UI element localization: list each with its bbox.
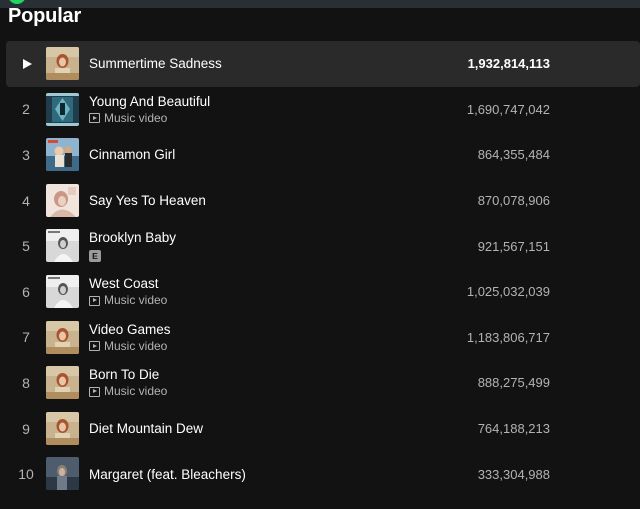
track-rank-cell: 10 — [6, 451, 46, 497]
track-rank-cell: 8 — [6, 360, 46, 406]
music-video-label: Music video — [104, 384, 168, 399]
track-rank-cell: 6 — [6, 269, 46, 315]
track-row[interactable]: 3 Cinnamon Girl 864,355,484 — [6, 132, 640, 178]
music-video-link[interactable]: Music video — [89, 293, 167, 308]
album-cover-image — [46, 274, 79, 308]
album-cover-image — [46, 457, 79, 491]
music-video-icon — [89, 341, 100, 352]
track-title[interactable]: Margaret (feat. Bleachers) — [89, 466, 246, 483]
track-row[interactable]: 4 Say Yes To Heaven 870,078,906 — [6, 178, 640, 224]
track-title[interactable]: Young And Beautiful — [89, 93, 210, 110]
track-rank: 4 — [22, 192, 30, 209]
play-count: 1,690,747,042 — [466, 101, 550, 117]
music-video-icon — [89, 295, 100, 306]
music-video-icon — [89, 386, 100, 397]
album-cover-image — [46, 92, 79, 126]
music-video-link[interactable]: Music video — [89, 111, 210, 126]
track-rank-cell: 5 — [6, 223, 46, 269]
track-rank-cell: 4 — [6, 178, 46, 224]
track-rank-cell: 3 — [6, 132, 46, 178]
track-title[interactable]: Video Games — [89, 321, 171, 338]
track-rank: 10 — [18, 466, 34, 483]
track-row[interactable]: 7 Video Games Music video 1,183,806,717 — [6, 315, 640, 361]
track-title[interactable]: Summertime Sadness — [89, 55, 222, 72]
track-rank-cell: 9 — [6, 406, 46, 452]
album-cover-image — [46, 320, 79, 354]
track-rank-cell[interactable] — [6, 41, 46, 87]
music-video-icon — [89, 113, 100, 124]
track-rank: 6 — [22, 283, 30, 300]
track-title[interactable]: Born To Die — [89, 366, 167, 383]
track-rank-cell: 7 — [6, 315, 46, 361]
track-list: Summertime Sadness 1,932,814,113 2 Young… — [6, 41, 640, 497]
album-cover-image — [46, 229, 79, 263]
track-title[interactable]: Brooklyn Baby — [89, 229, 176, 246]
music-video-label: Music video — [104, 338, 168, 353]
track-row[interactable]: 9 Diet Mountain Dew 764,188,213 — [6, 406, 640, 452]
album-cover-image — [46, 138, 79, 172]
play-count: 1,183,806,717 — [466, 329, 550, 345]
track-rank: 8 — [22, 374, 30, 391]
track-rank: 2 — [22, 101, 30, 118]
section-title: Popular — [8, 5, 82, 27]
track-title[interactable]: Diet Mountain Dew — [89, 420, 203, 437]
album-cover-image — [46, 47, 79, 80]
play-count: 888,275,499 — [477, 375, 550, 391]
explicit-badge: E — [89, 249, 101, 262]
play-icon[interactable] — [23, 58, 32, 69]
play-count: 1,025,032,039 — [466, 284, 550, 300]
play-count: 1,932,814,113 — [467, 56, 550, 72]
music-video-label: Music video — [104, 293, 168, 308]
play-count: 764,188,213 — [477, 421, 550, 437]
track-row[interactable]: 2 Young And Beautiful Music video 1,690,… — [6, 87, 640, 133]
track-rank: 7 — [22, 329, 30, 346]
music-video-link[interactable]: Music video — [89, 384, 167, 399]
album-cover-image — [46, 366, 79, 400]
album-cover-image — [46, 183, 79, 217]
track-rank: 5 — [22, 238, 30, 255]
top-header-strip — [0, 0, 640, 8]
track-row[interactable]: 5 Brooklyn Baby E 921,567,151 — [6, 223, 640, 269]
track-rank-cell: 2 — [6, 87, 46, 133]
play-count: 333,304,988 — [477, 466, 550, 482]
music-video-label: Music video — [104, 110, 168, 125]
track-title[interactable]: Cinnamon Girl — [89, 146, 175, 163]
play-count: 864,355,484 — [477, 147, 550, 163]
track-row[interactable]: 6 West Coast Music video 1,025,032,039 — [6, 269, 640, 315]
play-count: 870,078,906 — [477, 193, 550, 209]
track-title[interactable]: Say Yes To Heaven — [89, 192, 206, 209]
track-row[interactable]: 8 Born To Die Music video 888,275,499 — [6, 360, 640, 406]
track-row[interactable]: Summertime Sadness 1,932,814,113 — [6, 41, 640, 87]
music-video-link[interactable]: Music video — [89, 339, 171, 354]
track-rank: 9 — [22, 420, 30, 437]
play-count: 921,567,151 — [477, 238, 550, 254]
track-rank: 3 — [22, 146, 30, 163]
track-title[interactable]: West Coast — [89, 275, 167, 292]
track-row[interactable]: 10 Margaret (feat. Bleachers) 333,304,98… — [6, 451, 640, 497]
album-cover-image — [46, 411, 79, 445]
